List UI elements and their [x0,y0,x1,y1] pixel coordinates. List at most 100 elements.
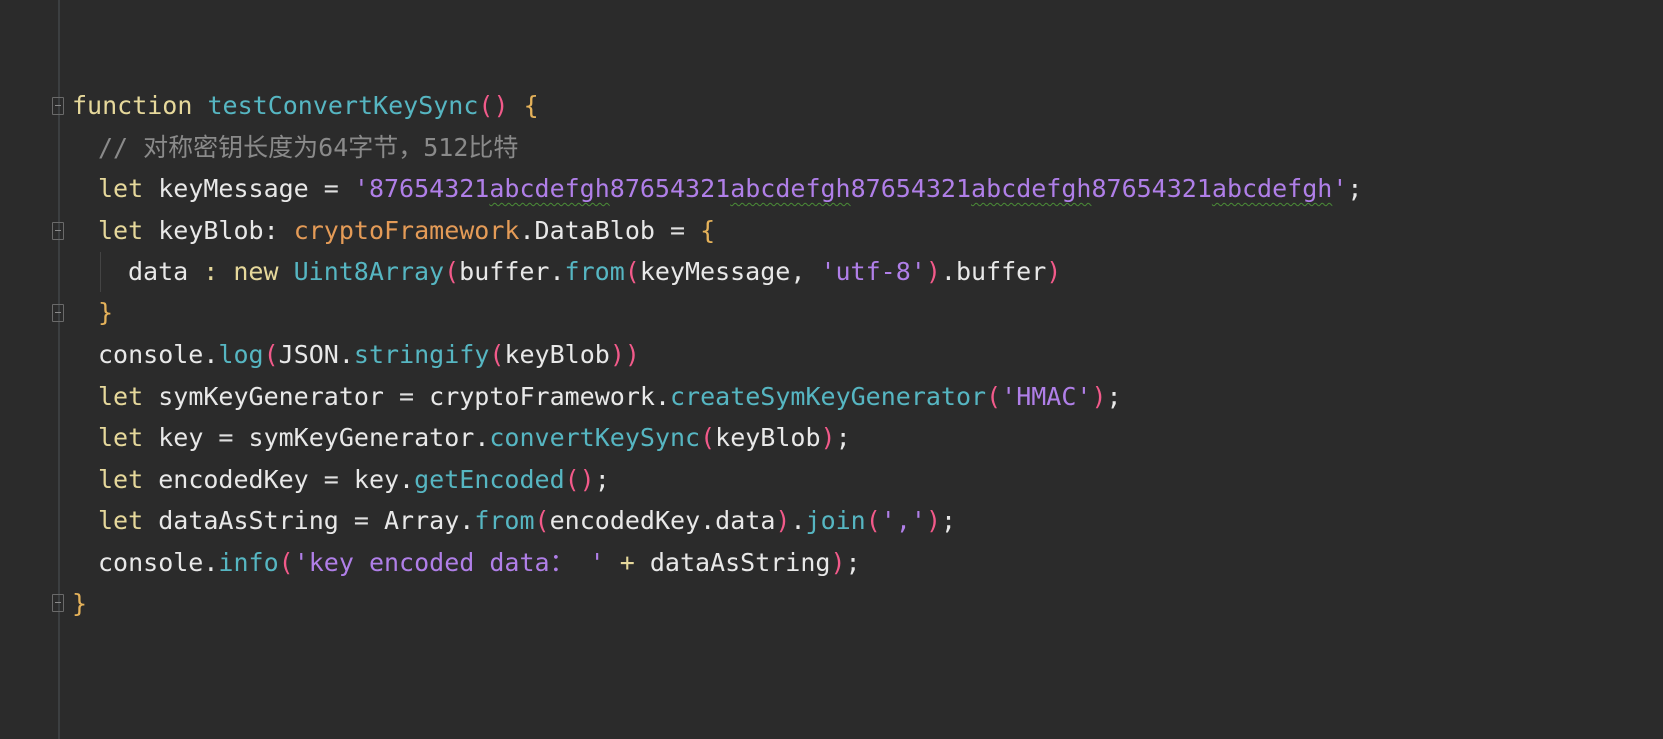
fold-close-icon[interactable] [52,304,64,322]
paren: ( [700,423,716,452]
code-editor[interactable]: function testConvertKeySync() { // 对称密钥长… [0,0,1663,739]
identifier: keyBlob [158,216,264,245]
method: createSymKeyGenerator [670,382,987,411]
dot: . [790,506,806,535]
type-namespace: cryptoFramework [293,216,520,245]
code-line-8[interactable]: let symKeyGenerator = cryptoFramework.cr… [98,377,1122,417]
dot: . [519,216,535,245]
code-line-9[interactable]: let key = symKeyGenerator.convertKeySync… [98,418,851,458]
argument: keyBlob [715,423,821,452]
object: Array [384,506,460,535]
keyword: let [98,423,144,452]
method: getEncoded [414,465,565,494]
code-line-3[interactable]: let keyMessage = '87654321abcdefgh876543… [98,169,1362,209]
identifier: symKeyGenerator [158,382,384,411]
string: 'utf-8' [820,257,926,286]
paren: ( [865,506,881,535]
function-name: testConvertKeySync [207,91,479,120]
colon: : [263,216,294,245]
code-line-4[interactable]: let keyBlob: cryptoFramework.DataBlob = … [98,211,715,251]
paren: ) [609,340,625,369]
paren: ( [278,548,294,577]
keyword: let [98,174,144,203]
object: key [353,465,400,494]
string-end: ' [1332,174,1348,203]
code-line-2[interactable]: // 对称密钥长度为64字节，512比特 [98,128,518,168]
fold-open-icon[interactable] [52,97,64,115]
argument: dataAsString [649,548,831,577]
object: buffer [459,257,550,286]
dot: . [459,506,475,535]
code-line-10[interactable]: let encodedKey = key.getEncoded(); [98,460,610,500]
string-part: abcdefgh [730,174,851,203]
property: data [128,257,189,286]
operator: = [338,506,384,535]
dot: . [474,423,490,452]
colon: : [188,257,234,286]
keyword: new [233,257,279,286]
method: info [218,548,279,577]
fold-open-icon[interactable] [52,222,64,240]
method: from [564,257,625,286]
code-line-11[interactable]: let dataAsString = Array.from(encodedKey… [98,501,956,541]
paren: ) [1091,382,1107,411]
code-line-12[interactable]: console.info('key encoded data： ' + data… [98,543,861,583]
fold-close-icon[interactable] [52,594,64,612]
property: buffer [955,257,1047,286]
paren: ) [925,257,941,286]
dot: . [549,257,565,286]
comment: // 对称密钥长度为64字节，512比特 [98,133,519,162]
keyword: let [98,506,144,535]
object: console [98,548,204,577]
close-brace: } [72,589,88,618]
argument: encodedKey.data [549,506,776,535]
paren: ) [820,423,836,452]
method: convertKeySync [489,423,701,452]
type-name: DataBlob [534,216,655,245]
semicolon: ; [594,465,610,494]
paren: ( [263,340,279,369]
editor-gutter [0,0,58,739]
code-line-6[interactable]: } [98,293,113,333]
object: JSON [278,340,339,369]
object: cryptoFramework [429,382,655,411]
paren: ( [444,257,460,286]
keyword: function [72,91,193,120]
paren: ) [624,340,640,369]
string-part: abcdefgh [489,174,610,203]
method: log [218,340,264,369]
code-line-5[interactable]: data : new Uint8Array(buffer.from(keyMes… [128,252,1061,292]
identifier: encodedKey [158,465,309,494]
paren: ( [534,506,550,535]
string: 'HMAC' [1001,382,1092,411]
string: 'key encoded data： ' [293,548,605,577]
method: from [474,506,535,535]
operator: + [604,548,650,577]
identifier: keyMessage [158,174,309,203]
paren: ) [925,506,942,535]
code-line-1[interactable]: function testConvertKeySync() { [72,86,539,126]
string-part: 87654321 [1091,174,1212,203]
operator: = [308,174,354,203]
method: join [805,506,866,535]
operator: = [384,382,430,411]
indent-guide [100,252,101,292]
paren: ( [489,340,505,369]
identifier: key [158,423,204,452]
open-brace: { [523,91,539,120]
parens: () [564,465,595,494]
code-line-7[interactable]: console.log(JSON.stringify(keyBlob)) [98,335,640,375]
paren: ) [775,506,791,535]
keyword: let [98,216,144,245]
string: ',' [880,506,926,535]
keyword: let [98,382,144,411]
paren: ) [830,548,846,577]
method: stringify [353,340,490,369]
semicolon: ; [941,506,957,535]
paren: ( [624,257,640,286]
code-line-13[interactable]: } [72,584,87,624]
semicolon: ; [835,423,851,452]
argument: keyMessage [639,257,791,286]
paren: ( [986,382,1002,411]
object: symKeyGenerator [248,423,475,452]
